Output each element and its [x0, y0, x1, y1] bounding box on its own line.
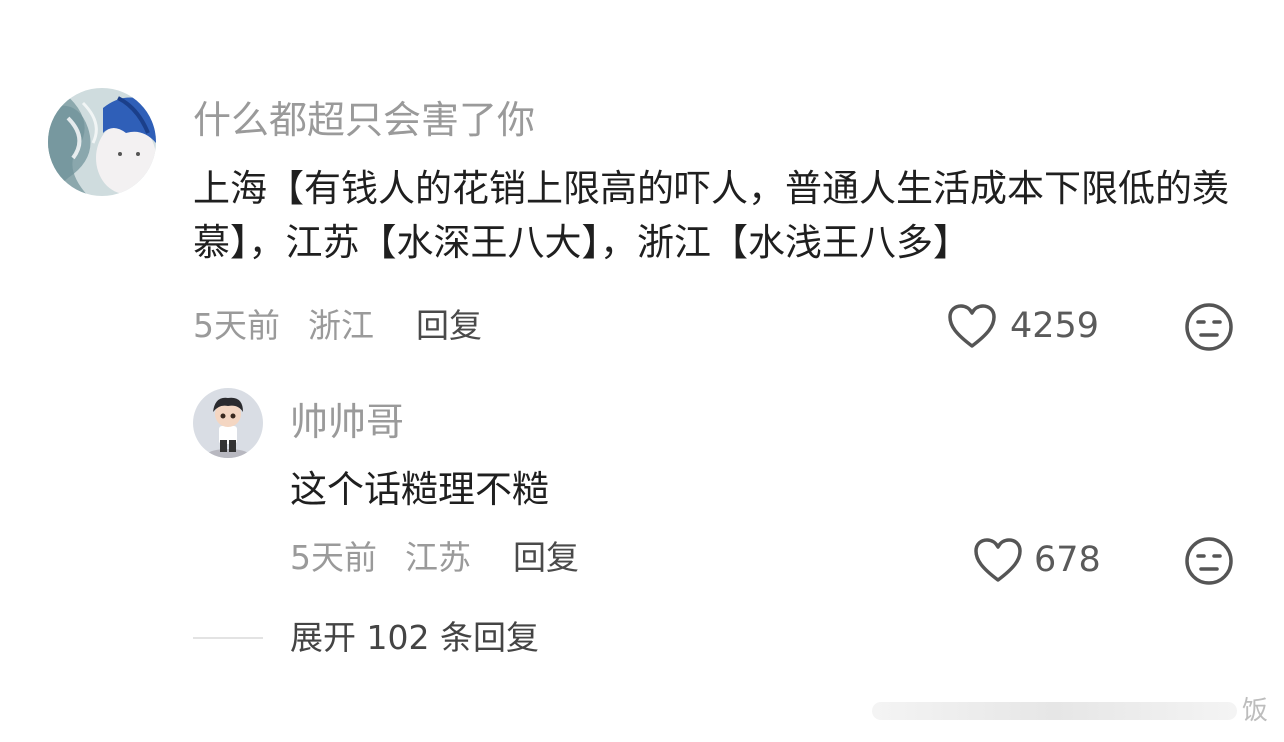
reply-like-count: 678: [1034, 540, 1101, 580]
comment-text: 上海【有钱人的花销上限高的吓人，普通人生活成本下限低的羡慕】，江苏【水深王八大】…: [193, 167, 1229, 264]
avatar-image: [193, 388, 263, 458]
heart-outline-icon[interactable]: [972, 536, 1024, 584]
watermark-bar: [872, 702, 1237, 720]
commenter-username[interactable]: 什么都超只会害了你: [193, 98, 535, 142]
comment-location: 浙江: [308, 306, 374, 345]
commenter-avatar[interactable]: [48, 88, 156, 196]
heart-outline-icon[interactable]: [946, 302, 998, 350]
reply-text: 这个话糙理不糙: [290, 468, 549, 511]
reply-button[interactable]: 回复: [416, 306, 482, 346]
comment-thread: 什么都超只会害了你 上海【有钱人的花销上限高的吓人，普通人生活成本下限低的羡慕】…: [0, 0, 1284, 742]
neutral-face-icon[interactable]: [1184, 536, 1234, 586]
neutral-face-icon[interactable]: [1184, 302, 1234, 352]
watermark-text: 饭: [1242, 696, 1269, 726]
comment-timestamp: 5天前: [193, 306, 280, 345]
reply-location: 江苏: [405, 538, 471, 577]
replier-avatar[interactable]: [193, 388, 263, 458]
like-count: 4259: [1010, 306, 1100, 346]
reply-timestamp: 5天前: [290, 538, 377, 577]
expand-replies-button[interactable]: 展开 102 条回复: [290, 618, 539, 658]
replier-username[interactable]: 帅帅哥: [290, 400, 404, 444]
avatar-image: [48, 88, 156, 196]
reply-to-reply-button[interactable]: 回复: [513, 538, 579, 578]
expand-divider: [193, 637, 263, 639]
